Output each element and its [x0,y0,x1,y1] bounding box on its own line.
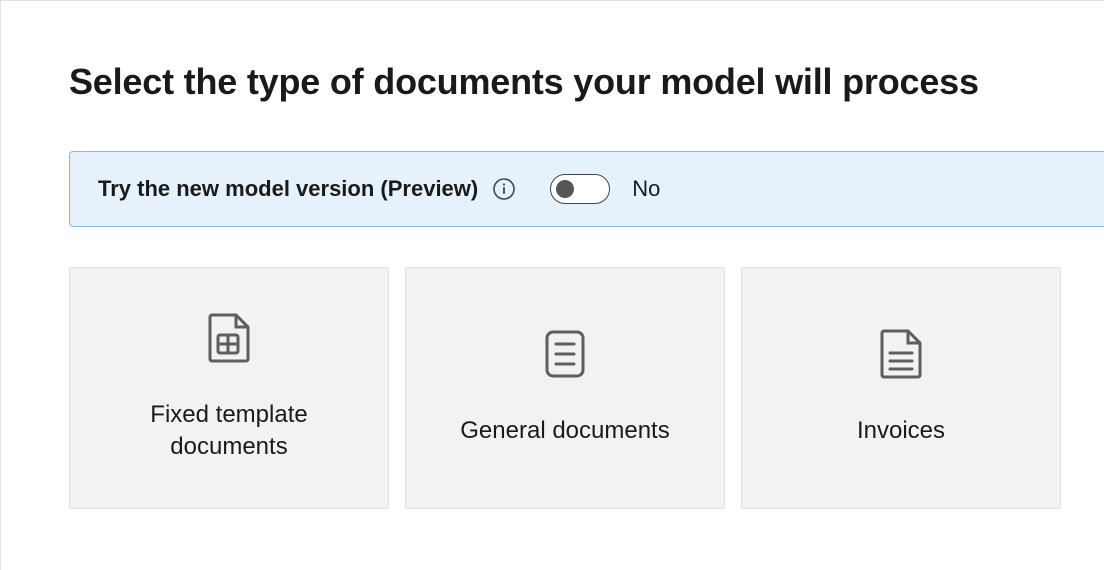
page-title: Select the type of documents your model … [69,61,1104,103]
preview-toggle[interactable] [550,174,610,204]
invoice-document-icon [880,329,922,379]
preview-label: Try the new model version (Preview) [98,176,478,202]
document-type-cards: Fixed template documents General documen… [69,267,1104,509]
card-fixed-template-documents[interactable]: Fixed template documents [69,267,389,509]
toggle-thumb [556,180,574,198]
card-title: General documents [460,415,669,447]
info-icon[interactable] [492,177,516,201]
fixed-template-document-icon [208,313,250,363]
card-title: Invoices [857,415,945,447]
card-general-documents[interactable]: General documents [405,267,725,509]
general-document-icon [545,329,585,379]
preview-banner: Try the new model version (Preview) No [69,151,1104,227]
card-title: Fixed template documents [100,399,358,464]
toggle-state-label: No [632,176,660,202]
card-invoices[interactable]: Invoices [741,267,1061,509]
